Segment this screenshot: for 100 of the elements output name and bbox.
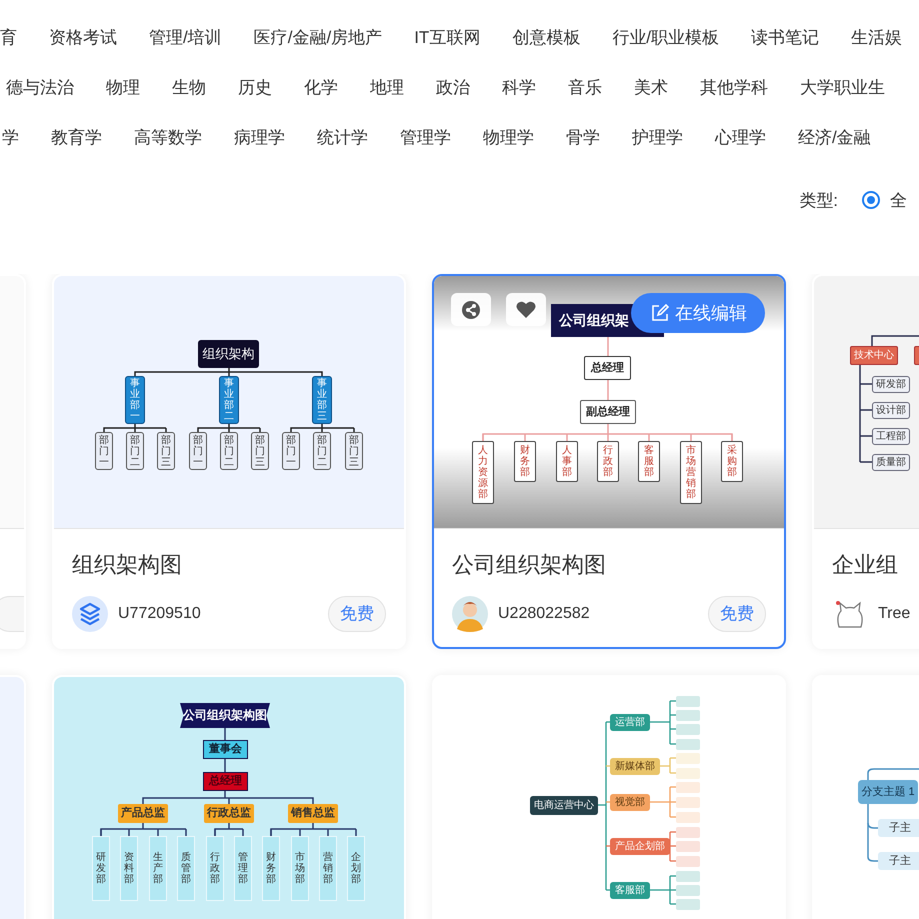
mindmap-node: 新媒体部 <box>610 758 660 774</box>
org-node: 生产部 <box>149 836 167 901</box>
org-node: 管理部 <box>234 836 252 901</box>
category-link[interactable]: 读书笔记 <box>751 24 820 52</box>
category-link[interactable]: 心理学 <box>715 124 766 152</box>
category-link[interactable]: 创意模板 <box>512 24 580 52</box>
template-title[interactable]: 企业组 <box>832 549 919 581</box>
edit-online-button[interactable]: 在线编辑 <box>631 293 765 333</box>
org-node: 总经理 <box>584 356 631 380</box>
org-node: 部门一 <box>95 432 113 470</box>
org-node: 客服部 <box>638 441 660 482</box>
category-link[interactable]: 护理学 <box>632 124 683 152</box>
org-node: 产品总监 <box>118 804 168 823</box>
org-node: 部门三 <box>251 432 269 470</box>
org-node: 财务部 <box>262 836 280 901</box>
org-node: 部门一 <box>189 432 207 470</box>
org-node: 子主 <box>878 819 919 837</box>
org-node: 设计部 <box>872 402 910 419</box>
org-node: 部门二 <box>313 432 331 470</box>
org-node: 子主 <box>878 852 919 870</box>
category-link[interactable]: 科学 <box>502 74 536 102</box>
leaf-node <box>676 884 700 896</box>
template-title[interactable]: 公司组织架构图 <box>452 549 766 581</box>
connector-line <box>607 337 609 356</box>
category-link[interactable]: 美术 <box>634 74 668 102</box>
category-link[interactable]: IT互联网 <box>414 24 480 52</box>
org-node: 部门三 <box>157 432 175 470</box>
share-button[interactable] <box>451 293 491 326</box>
category-link[interactable]: 育 <box>0 24 17 52</box>
org-node: 副总经理 <box>580 400 636 424</box>
filter-label: 类型: <box>799 190 838 212</box>
org-node: 质量部 <box>872 454 910 471</box>
category-link[interactable]: 管理学 <box>400 124 451 152</box>
user-name: U77209510 <box>118 605 201 623</box>
leaf-node <box>676 812 700 822</box>
connector-line <box>867 768 919 780</box>
leaf-node <box>676 782 700 792</box>
org-node: 公司组织架构图 <box>180 703 270 728</box>
category-link[interactable]: 管理/培训 <box>149 24 222 52</box>
category-link[interactable]: 学 <box>2 124 19 152</box>
leaf-node <box>676 826 700 838</box>
logo-avatar-icon <box>72 596 108 632</box>
category-link[interactable]: 经济/金融 <box>798 124 871 152</box>
leaf-node <box>676 898 700 910</box>
share-icon <box>461 300 481 320</box>
org-node: 营销部 <box>319 836 337 901</box>
category-link[interactable]: 化学 <box>304 74 338 102</box>
leaf-node <box>676 710 700 720</box>
connector-line <box>224 759 226 772</box>
person-avatar-icon <box>452 596 488 632</box>
org-node: 市场部 <box>291 836 309 901</box>
org-node: 部门一 <box>282 432 300 470</box>
category-link[interactable]: 教育学 <box>51 124 102 152</box>
category-link[interactable]: 高等数学 <box>134 124 202 152</box>
leaf-node <box>676 856 700 866</box>
org-node: 事业部一 <box>125 376 145 424</box>
leaf-node <box>676 870 700 882</box>
org-node: 总经理 <box>203 772 248 791</box>
org-node: 人事部 <box>556 441 578 482</box>
mindmap-node: 产品企划部 <box>610 838 670 854</box>
category-link[interactable]: 骨学 <box>566 124 600 152</box>
category-link[interactable]: 地理 <box>370 74 404 102</box>
category-link[interactable]: 病理学 <box>234 124 285 152</box>
org-node: 事业部二 <box>219 376 239 424</box>
category-link[interactable]: 生物 <box>172 74 206 102</box>
org-node: 技术中心 <box>850 346 898 365</box>
org-node: 市场营销部 <box>680 441 702 504</box>
org-node: 研发部 <box>872 376 910 393</box>
category-link[interactable]: 物理 <box>106 74 140 102</box>
category-link[interactable]: 政治 <box>436 74 470 102</box>
org-node: 财务部 <box>514 441 536 482</box>
org-node: 资料部 <box>120 836 138 901</box>
category-link[interactable]: 物理学 <box>483 124 534 152</box>
org-node: 行政总监 <box>204 804 254 823</box>
favorite-button[interactable] <box>506 293 546 326</box>
org-node: 分支主题 1 <box>858 780 918 804</box>
category-link[interactable]: 历史 <box>238 74 272 102</box>
org-node: 工程部 <box>872 428 910 445</box>
template-title[interactable]: 组织架构图 <box>72 549 386 581</box>
connector-line <box>224 728 226 740</box>
category-link[interactable]: 资格考试 <box>49 24 117 52</box>
leaf-node <box>676 738 700 750</box>
org-node: 采购部 <box>721 441 743 482</box>
mindmap-node: 视觉部 <box>610 794 650 810</box>
category-link[interactable]: 行业/职业模板 <box>612 24 720 52</box>
org-node: 销售总监 <box>288 804 338 823</box>
user-name: U228022582 <box>498 605 590 623</box>
org-node: 研发部 <box>92 836 110 901</box>
category-link[interactable]: 德与法治 <box>6 74 74 102</box>
category-link[interactable]: 统计学 <box>317 124 368 152</box>
leaf-node <box>676 696 700 706</box>
category-link[interactable]: 其他学科 <box>700 74 768 102</box>
category-link[interactable]: 医疗/金融/房地产 <box>254 24 382 52</box>
category-link[interactable]: 大学职业生 <box>800 74 885 102</box>
category-link[interactable]: 生活娱 <box>851 24 902 52</box>
org-node: 组织架构 <box>198 340 259 368</box>
org-node: 部门三 <box>345 432 363 470</box>
radio-button[interactable] <box>862 191 880 209</box>
category-link[interactable]: 音乐 <box>568 74 602 102</box>
type-option[interactable]: 全 <box>862 188 907 212</box>
